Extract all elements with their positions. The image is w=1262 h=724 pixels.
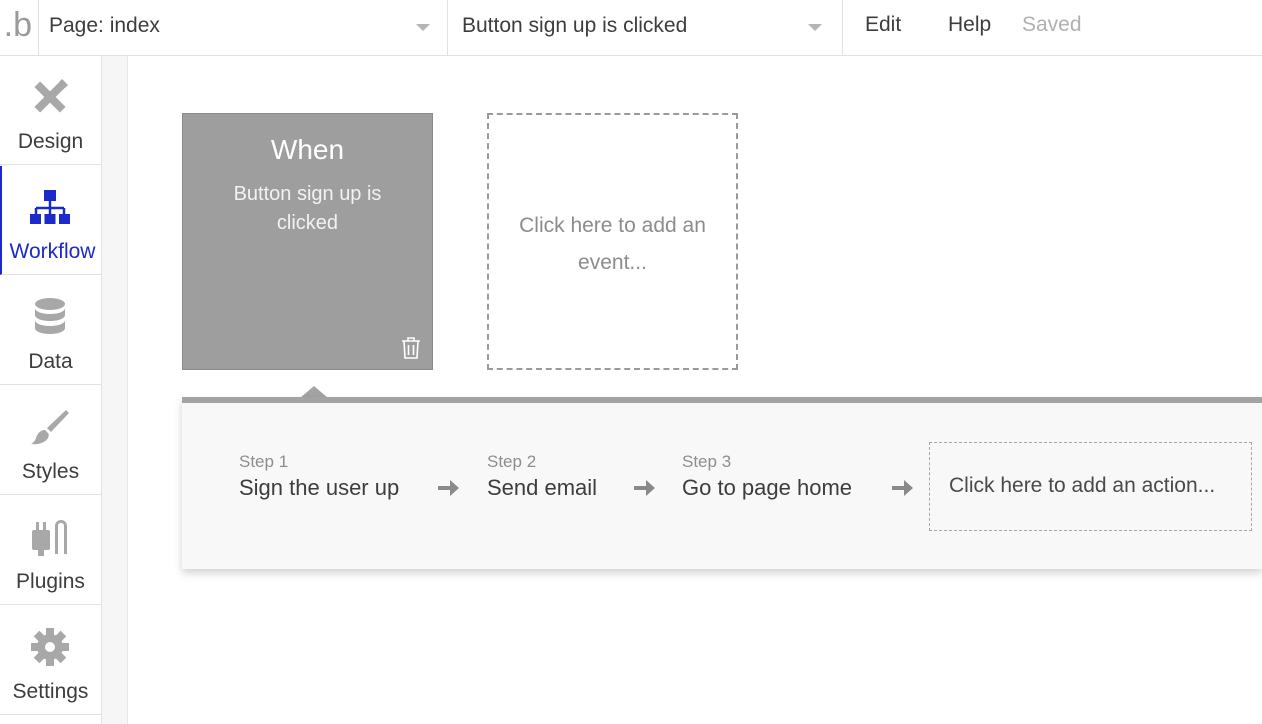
- step-number: Step 2: [487, 452, 537, 471]
- sidebar-item-data[interactable]: Data: [0, 276, 101, 385]
- sidebar-item-label: Design: [17, 130, 84, 153]
- actions-panel: Step 1 Sign the user up Step 2 Send emai…: [182, 397, 1262, 569]
- sidebar: Design Workflow Data Styles Plugins Sett…: [0, 56, 102, 724]
- chevron-down-icon: [416, 24, 430, 31]
- save-status: Saved: [1022, 13, 1082, 36]
- divider: [842, 0, 843, 56]
- design-icon: [34, 79, 68, 113]
- canvas-gutter: [102, 56, 128, 724]
- step-name: Go to page home: [682, 475, 853, 500]
- sidebar-item-styles[interactable]: Styles: [0, 386, 101, 495]
- sidebar-item-workflow[interactable]: Workflow: [0, 166, 101, 275]
- step-2[interactable]: Step 2 Send email: [487, 451, 597, 503]
- gear-icon: [31, 628, 69, 666]
- event-dropdown[interactable]: Button sign up is clicked: [447, 0, 842, 56]
- step-3[interactable]: Step 3 Go to page home: [682, 451, 852, 503]
- workflow-icon: [30, 190, 70, 224]
- add-action-button[interactable]: Click here to add an action...: [929, 442, 1252, 531]
- sidebar-item-plugins[interactable]: Plugins: [0, 496, 101, 605]
- arrow-right-icon: [892, 480, 913, 496]
- step-number: Step 3: [682, 452, 732, 471]
- database-icon: [35, 298, 65, 334]
- help-menu[interactable]: Help: [948, 0, 991, 52]
- step-name: Sign the user up: [239, 475, 400, 500]
- step-1[interactable]: Step 1 Sign the user up: [239, 451, 399, 503]
- event-description: Button sign up is clicked: [233, 183, 382, 234]
- arrow-right-icon: [634, 480, 655, 496]
- add-event-label: Click here to add an event...: [519, 214, 706, 274]
- arrow-right-icon: [438, 480, 459, 496]
- edit-menu[interactable]: Edit: [865, 0, 901, 52]
- event-card[interactable]: When Button sign up is clicked: [182, 113, 433, 370]
- sidebar-item-design[interactable]: Design: [0, 56, 101, 165]
- sidebar-item-label: Data: [28, 350, 73, 373]
- chevron-down-icon: [808, 24, 822, 31]
- sidebar-item-label: Styles: [21, 460, 80, 483]
- step-number: Step 1: [239, 452, 289, 471]
- add-event-button[interactable]: Click here to add an event...: [487, 113, 738, 370]
- plugins-icon: [32, 520, 67, 556]
- sidebar-item-label: Plugins: [16, 570, 85, 593]
- page-dropdown[interactable]: Page: index: [38, 0, 447, 56]
- sidebar-item-label: Workflow: [9, 240, 96, 263]
- sidebar-item-label: Settings: [12, 680, 89, 703]
- event-heading: When: [270, 134, 345, 165]
- trash-icon[interactable]: [400, 336, 422, 360]
- app-logo[interactable]: .b: [0, 0, 38, 56]
- step-name: Send email: [487, 475, 598, 500]
- event-dropdown-label: Button sign up is clicked: [462, 14, 688, 37]
- top-bar: .b Page: index Button sign up is clicked…: [0, 0, 1262, 56]
- sidebar-item-settings[interactable]: Settings: [0, 606, 101, 715]
- brush-icon: [31, 410, 69, 445]
- page-dropdown-label: Page: index: [49, 14, 160, 37]
